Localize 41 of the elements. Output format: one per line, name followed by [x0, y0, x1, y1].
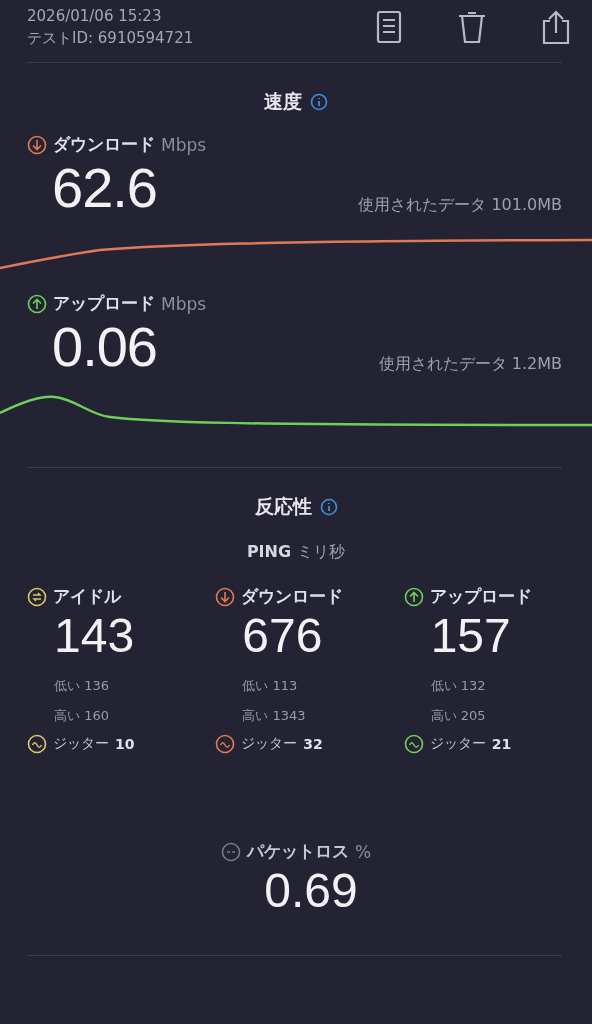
- ping-high: 高い 1343: [241, 708, 307, 724]
- share-icon[interactable]: [542, 9, 570, 45]
- trash-icon[interactable]: [456, 10, 488, 44]
- ping-high: 高い 160: [53, 708, 110, 724]
- jitter-label: ジッター: [429, 735, 486, 753]
- packet-loss-label: パケットロス: [246, 840, 349, 863]
- packet-loss-icon: [220, 841, 241, 862]
- info-icon[interactable]: [319, 498, 338, 516]
- jitter-value: 10: [115, 736, 135, 752]
- ping-label: PING: [246, 542, 292, 563]
- ping-column-label: ダウンロード: [241, 585, 344, 608]
- metric-label: アップロード: [53, 292, 155, 315]
- ping-value: 143: [53, 608, 136, 664]
- ping-value: 676: [241, 608, 324, 664]
- packet-loss-value: 0.69: [263, 863, 358, 919]
- jitter-label: ジッター: [53, 735, 109, 753]
- info-icon[interactable]: [310, 93, 328, 111]
- ping-value: 157: [429, 608, 512, 664]
- ping-low: 低い 132: [429, 678, 487, 694]
- packet-loss-unit: %: [354, 841, 372, 862]
- document-icon[interactable]: [376, 10, 402, 44]
- speed-value: 62.6: [52, 156, 157, 220]
- test-id: テストID: 6910594721: [27, 28, 194, 48]
- speed-value: 0.06: [52, 315, 157, 379]
- ping-column-label: アイドル: [53, 585, 121, 608]
- speed-title: 速度: [264, 89, 302, 114]
- data-used: 使用されたデータ 101.0MB: [358, 195, 562, 216]
- ping-low: 低い 136: [53, 678, 110, 694]
- metric-unit: Mbps: [161, 293, 207, 314]
- jitter-value: 32: [303, 736, 323, 752]
- metric-label: ダウンロード: [53, 133, 155, 156]
- ping-column-label: アップロード: [429, 585, 532, 608]
- ping-low: 低い 113: [241, 678, 299, 694]
- metric-unit: Mbps: [161, 134, 207, 155]
- ping-high: 高い 205: [429, 708, 487, 724]
- responsiveness-title: 反応性: [254, 494, 312, 519]
- ping-unit: ミリ秒: [297, 542, 346, 563]
- data-used: 使用されたデータ 1.2MB: [378, 354, 562, 375]
- jitter-value: 21: [491, 736, 512, 752]
- jitter-label: ジッター: [241, 735, 298, 753]
- test-datetime: 2026/01/06 15:23: [27, 6, 163, 26]
